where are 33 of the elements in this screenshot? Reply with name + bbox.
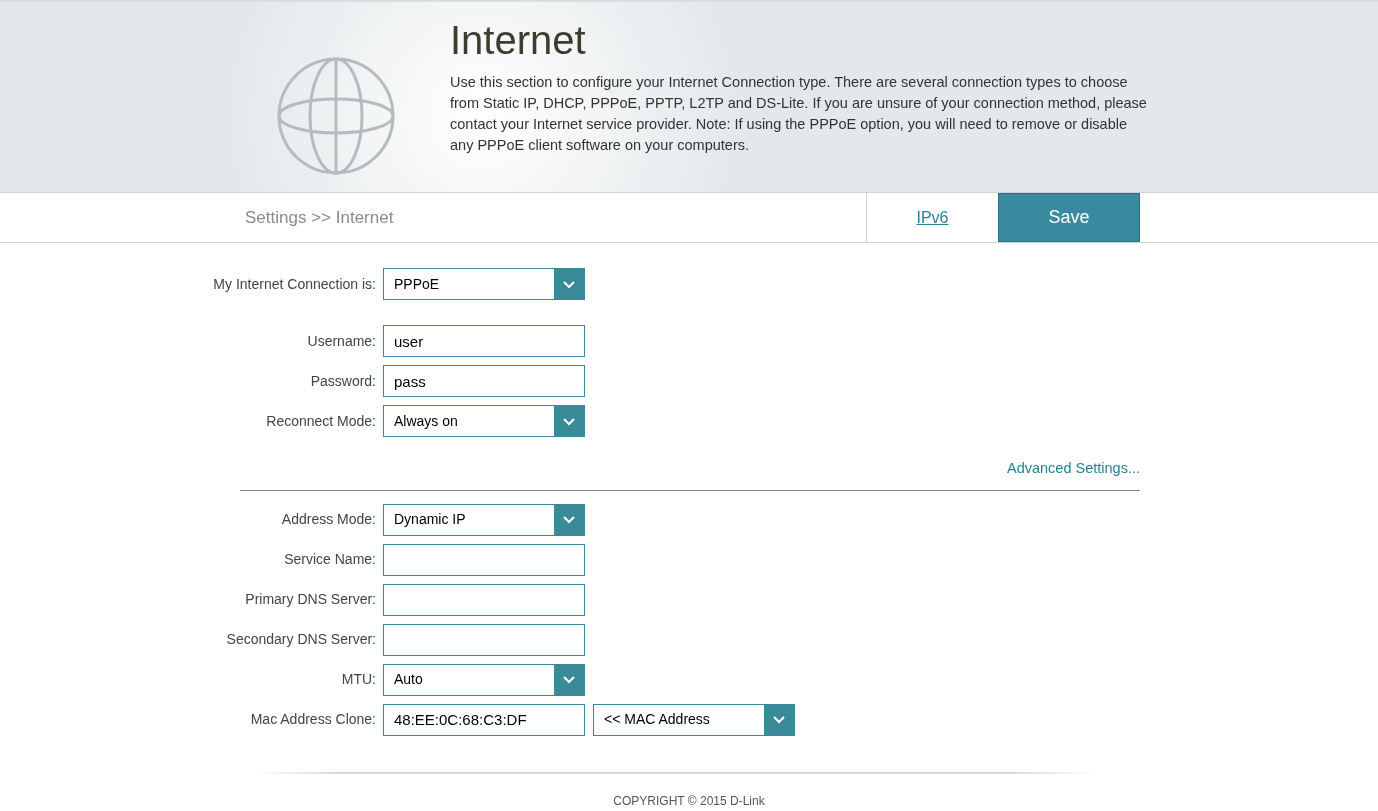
- dropdown-select[interactable]: PPPoE: [383, 268, 585, 300]
- save-button[interactable]: Save: [998, 193, 1140, 242]
- text-input-field[interactable]: 48:EE:0C:68:C3:DF: [383, 703, 585, 736]
- field-label: Secondary DNS Server:: [225, 630, 377, 650]
- field-label: Username:: [306, 331, 377, 351]
- field-label: Reconnect Mode:: [265, 411, 377, 431]
- page-title: Internet: [450, 17, 587, 64]
- copyright-text: COPYRIGHT © 2015 D-Link: [613, 792, 765, 810]
- field-label: Mac Address Clone:: [249, 710, 377, 730]
- text-input-field[interactable]: user: [383, 325, 585, 357]
- text-input-field[interactable]: pass: [383, 365, 585, 397]
- chevron-down-icon: [562, 675, 576, 685]
- text-input-field[interactable]: [383, 623, 585, 656]
- dropdown-select[interactable]: Dynamic IP: [383, 503, 585, 536]
- chevron-down-icon: [772, 715, 786, 725]
- chevron-down-icon: [562, 416, 576, 426]
- field-label: My Internet Connection is:: [212, 274, 377, 294]
- field-label: MTU:: [340, 670, 377, 690]
- dropdown-select[interactable]: << MAC Address: [593, 703, 795, 736]
- text-input-field[interactable]: [383, 543, 585, 576]
- field-label: Address Mode:: [280, 510, 377, 530]
- breadcrumb: Settings >> Internet: [245, 206, 394, 229]
- description-text: Use this section to configure your Internet Connection type. There are several connection types to choose from Static IP, DHCP, PPPoE, PPTP, L2TP and DS-Lite. If you are unsure of your connection method, please contact your Internet service provider. Note: If using the PPPoE option, you will need to remove or disable any PPPoE client software on your computers.: [450, 73, 1148, 155]
- field-label: Service Name:: [283, 550, 377, 570]
- field-label: Password:: [309, 371, 377, 391]
- chevron-down-icon: [562, 279, 576, 289]
- dropdown-select[interactable]: Always on: [383, 405, 585, 437]
- globe-icon: [276, 56, 396, 176]
- field-label: Primary DNS Server:: [244, 590, 377, 610]
- dropdown-select[interactable]: Auto: [383, 663, 585, 696]
- chevron-down-icon: [562, 515, 576, 525]
- text-input-field[interactable]: [383, 583, 585, 616]
- advanced-settings-link[interactable]: Advanced Settings...: [1007, 458, 1140, 480]
